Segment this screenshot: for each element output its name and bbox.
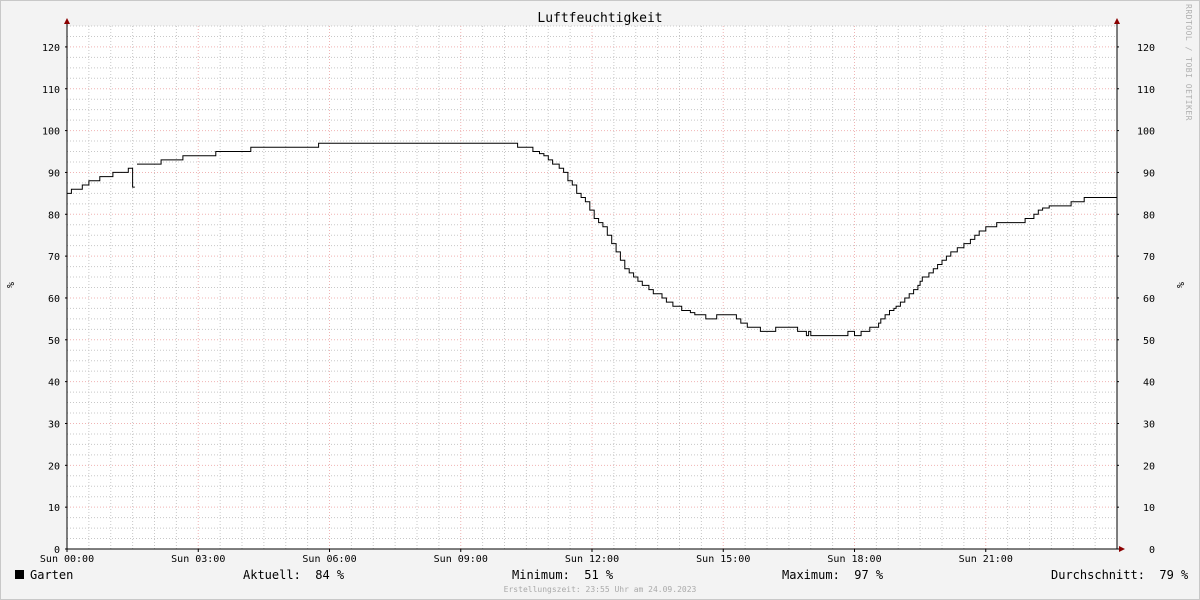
- y-tick-label-right: 60: [1143, 294, 1155, 305]
- y-axis-arrow-left: [64, 18, 70, 24]
- footer-timestamp: Erstellungszeit: 23:55 Uhr am 24.09.2023: [503, 585, 697, 594]
- y-tick-label-right: 80: [1143, 210, 1155, 221]
- y-tick-label-left: 10: [48, 503, 60, 514]
- y-tick-label-left: 40: [48, 378, 60, 389]
- y-tick-label-right: 110: [1137, 85, 1155, 96]
- x-tick-label: Sun 18:00: [827, 554, 881, 565]
- y-tick-label-right: 30: [1143, 419, 1155, 430]
- y-tick-label-left: 30: [48, 419, 60, 430]
- legend-maximum-value: 97 %: [854, 568, 884, 582]
- y-tick-label-right: 70: [1143, 252, 1155, 263]
- chart-plot: 0 010 1020 2030 3040 4050 5060 6070 7080 8090 9010…: [40, 18, 1155, 565]
- x-tick-label: Sun 15:00: [696, 554, 750, 565]
- y-tick-label-left: 50: [48, 336, 60, 347]
- y-tick-label-left: 110: [42, 85, 60, 96]
- legend-average: Durchschnitt: 79 %: [1051, 568, 1188, 582]
- legend-current-label: Aktuell:: [243, 568, 301, 582]
- legend-minimum: Minimum: 51 %: [512, 568, 613, 582]
- legend-current: Aktuell: 84 %: [243, 568, 344, 582]
- y-tick-label-left: 20: [48, 461, 60, 472]
- x-tick-label: Sun 06:00: [302, 554, 356, 565]
- y-tick-label-right: 10: [1143, 503, 1155, 514]
- legend-current-value: 84 %: [315, 568, 345, 582]
- x-tick-label: Sun 12:00: [565, 554, 619, 565]
- y-tick-label-right: 40: [1143, 378, 1155, 389]
- y-tick-label-left: 90: [48, 168, 60, 179]
- legend-minimum-value: 51 %: [584, 568, 614, 582]
- x-tick-label: Sun 21:00: [959, 554, 1013, 565]
- y-axis-arrow-right: [1114, 18, 1120, 24]
- legend-average-label: Durchschnitt:: [1051, 568, 1145, 582]
- x-tick-label: Sun 00:00: [40, 554, 94, 565]
- x-tick-label: Sun 03:00: [171, 554, 225, 565]
- legend-maximum: Maximum: 97 %: [782, 568, 883, 582]
- y-tick-label-left: 100: [42, 127, 60, 138]
- x-tick-label: Sun 09:00: [434, 554, 488, 565]
- y-tick-label-left: 80: [48, 210, 60, 221]
- y-tick-label-left: 60: [48, 294, 60, 305]
- y-tick-label-right: 100: [1137, 127, 1155, 138]
- legend-series-name: Garten: [30, 568, 74, 582]
- y-tick-label-right: 50: [1143, 336, 1155, 347]
- y-tick-label-left: 120: [42, 43, 60, 54]
- y-tick-label-right: 90: [1143, 168, 1155, 179]
- y-tick-label-left: 70: [48, 252, 60, 263]
- legend-swatch-garten: [15, 570, 24, 579]
- y-tick-label-right: 20: [1143, 461, 1155, 472]
- legend-average-value: 79 %: [1159, 568, 1189, 582]
- x-axis-arrow: [1119, 546, 1125, 552]
- legend-minimum-label: Minimum:: [512, 568, 570, 582]
- y-tick-label-right: 0: [1149, 545, 1155, 556]
- legend-maximum-label: Maximum:: [782, 568, 840, 582]
- y-tick-label-right: 120: [1137, 43, 1155, 54]
